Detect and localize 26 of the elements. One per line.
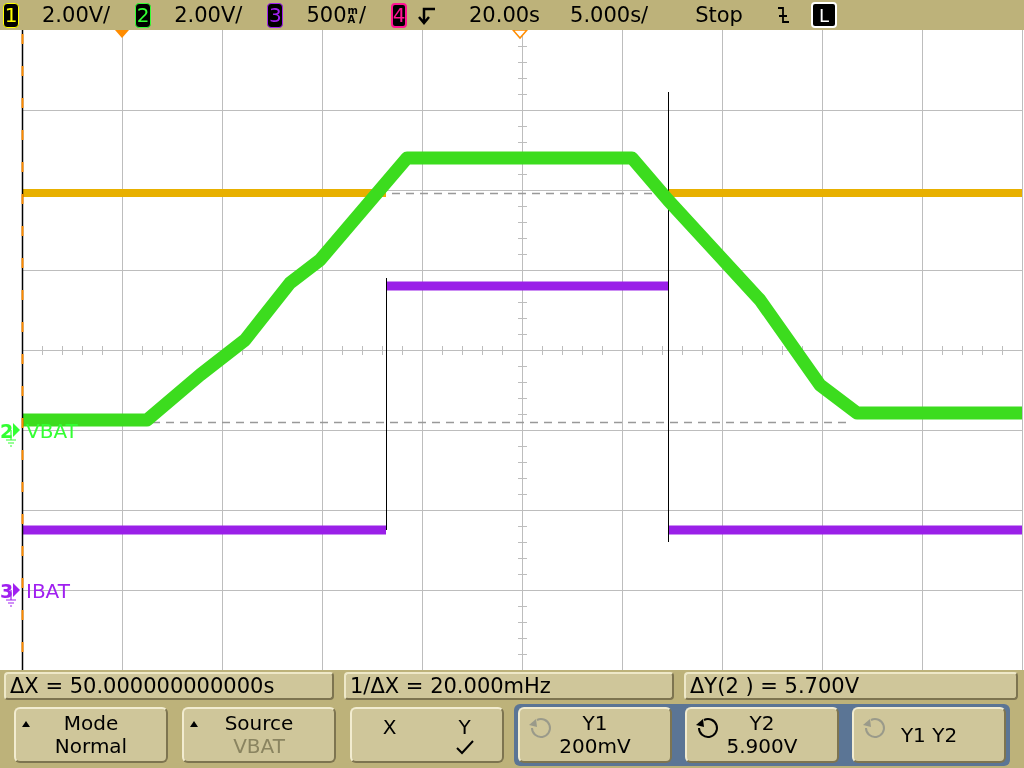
softkey[interactable]: Mode Normal (14, 707, 168, 763)
softkey[interactable]: Source VBAT (182, 707, 336, 763)
cursor-mode-softkey[interactable]: X Y (350, 707, 504, 763)
channel-number[interactable]: 2 (135, 2, 152, 28)
channel-number[interactable]: 3 (267, 2, 284, 28)
softkey[interactable]: Y1 Y2 (852, 707, 1006, 763)
caret-icon (190, 721, 198, 727)
softkey[interactable]: Y2 5.900V (685, 707, 839, 763)
channel-number[interactable]: 1 (3, 2, 19, 28)
trigger-mode: L (810, 2, 837, 28)
measurement-readout: 1/ΔX = 20.000mHz (344, 672, 674, 700)
measurement-readout: ΔX = 50.000000000000s (4, 672, 334, 700)
falling-edge-icon (776, 5, 791, 25)
measurement-readout: ΔY(2 ) = 5.700V (684, 672, 1018, 700)
channel-scale: 2.00V/ (174, 3, 243, 27)
trace-label: VBAT (26, 419, 78, 443)
channel-scale: 2.00V/ (42, 3, 111, 27)
caret-icon (22, 721, 30, 727)
channel-number[interactable]: 4 (391, 2, 407, 28)
trace-label: IBAT (26, 579, 70, 603)
trigger-delay: 20.00s (469, 3, 541, 27)
channel-number: 2 (0, 420, 14, 442)
run-state: Stop (695, 3, 743, 27)
softkey[interactable]: Y1 200mV (518, 707, 672, 763)
timebase: 5.000s/ (570, 3, 649, 27)
channel-number: 3 (0, 580, 14, 602)
